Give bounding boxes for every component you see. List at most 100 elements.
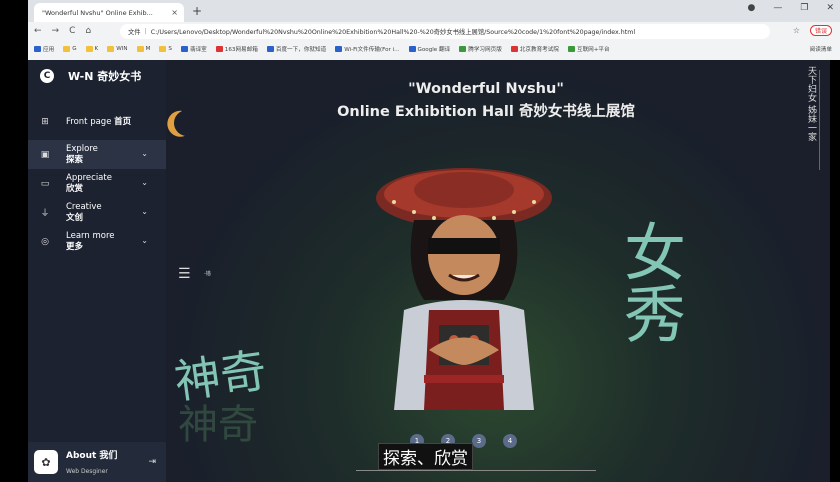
sidebar-nav: ⊞ Front page 首页 ▣ Explore 探索 ⌄ ▭ Apprecia… [28, 110, 166, 256]
subtitle-caption: 探索、欣赏 [378, 443, 473, 470]
reload-button[interactable]: C [69, 26, 75, 36]
bookmark-item[interactable]: 应用 [34, 45, 54, 53]
lock-icon: ▣ [40, 149, 50, 160]
sidebar-item-label: Front page 首页 [66, 116, 132, 127]
nushu-characters-right: 女秀 [613, 220, 686, 344]
hamburger-icon[interactable]: ☰ [178, 266, 191, 282]
minimize-button[interactable]: — [773, 3, 782, 13]
compass-icon: ◎ [41, 236, 49, 247]
monitor-icon: ▭ [40, 178, 50, 189]
profile-icon[interactable]: ● [748, 3, 756, 13]
site-icon [567, 46, 575, 52]
site-icon [408, 46, 416, 52]
bookmark-item[interactable]: 163网易邮箱 [215, 45, 258, 53]
sidebar-item-front-page[interactable]: ⊞ Front page 首页 [28, 110, 166, 134]
window-controls: ● — ❐ ✕ [748, 3, 834, 13]
about-panel[interactable]: ✿ About 我们 Web Desginer ⇥ [28, 442, 166, 482]
avatar: ✿ [34, 450, 58, 474]
bookmark-item[interactable]: K [85, 46, 98, 52]
address-row: ← → C ⌂ 文件 | C:/Users/Lenovo/Desktop/Won… [28, 22, 840, 40]
site-icon [266, 46, 274, 52]
browser-tab[interactable]: "Wonderful Nvshu" Online Exhib... × [34, 3, 184, 22]
address-right: ☆ 错误 [793, 25, 832, 36]
sidebar-item-creative[interactable]: ⏚ Creative 文创 ⌄ [28, 198, 166, 227]
url-bar[interactable]: 文件 | C:/Users/Lenovo/Desktop/Wonderful%2… [120, 24, 770, 39]
wifi-icon [335, 46, 343, 52]
sidebar-item-label: Learn more 更多 [66, 230, 115, 252]
bookmark-item[interactable]: Google 翻译 [408, 45, 450, 53]
brand-logo-icon: C [40, 69, 54, 83]
back-button[interactable]: ← [34, 26, 42, 36]
slide-dot[interactable]: 4 [503, 434, 517, 448]
about-text: About 我们 Web Desginer [66, 447, 117, 477]
bookmark-item[interactable]: 互联网+平台 [567, 45, 610, 53]
chevron-down-icon[interactable]: ⌄ [141, 178, 148, 187]
site-icon [459, 46, 467, 52]
title-line-1: "Wonderful Nvshu" [408, 81, 564, 97]
nushu-characters-left-shadow: 神奇 [178, 402, 258, 448]
bookmark-item[interactable]: S [159, 46, 172, 52]
tab-title: "Wonderful Nvshu" Online Exhib... [42, 8, 153, 17]
tab-close-icon[interactable]: × [171, 8, 178, 17]
chevron-down-icon[interactable]: ⌄ [141, 207, 148, 216]
web-page: C W-N 奇妙女书 ⊞ Front page 首页 ▣ Explore 探索 ⌄… [28, 60, 830, 482]
character-illustration [376, 168, 552, 410]
brand[interactable]: C W-N 奇妙女书 [40, 68, 141, 84]
close-window-button[interactable]: ✕ [826, 3, 834, 13]
site-icon [510, 46, 518, 52]
folder-icon [107, 46, 115, 52]
bookmark-item[interactable]: 百度一下，你就知道 [266, 45, 326, 53]
brand-name: W-N 奇妙女书 [68, 70, 142, 83]
caption-underline [356, 470, 596, 471]
reading-list[interactable]: 阅读清单 [810, 45, 832, 53]
forward-button[interactable]: → [52, 26, 60, 36]
apps-icon [34, 46, 41, 52]
vertical-divider [819, 70, 820, 170]
plug-icon: ⏚ [40, 209, 50, 219]
bookmark-item[interactable]: 翡译室 [180, 45, 207, 53]
sidebar-item-label: Creative 文创 [66, 201, 102, 223]
maximize-button[interactable]: ❐ [800, 3, 808, 13]
sidebar-item-label: Appreciate 欣赏 [66, 172, 112, 194]
vertical-text: 天下妇女 姊妹一家 [806, 66, 816, 141]
sidebar-item-learn-more[interactable]: ◎ Learn more 更多 ⌄ [28, 227, 166, 256]
folder-icon [159, 46, 167, 52]
home-button[interactable]: ⌂ [85, 26, 91, 36]
site-icon [215, 46, 223, 52]
slide-dot[interactable]: 3 [472, 434, 486, 448]
logout-icon[interactable]: ⇥ [148, 457, 156, 467]
folder-icon [85, 46, 93, 52]
hero: "Wonderful Nvshu" Online Exhibition Hall… [166, 60, 830, 482]
site-icon [180, 46, 188, 52]
bookmark-item[interactable]: 腾学习网页版 [459, 45, 502, 53]
page-title: "Wonderful Nvshu" Online Exhibition Hall… [166, 78, 806, 124]
bookmarks-bar: 应用 G K WIN M S 翡译室 163网易邮箱 百度一下，你就知道 Wi-… [28, 40, 840, 58]
about-subtitle: Web Desginer [66, 468, 108, 475]
hamburger-label: -锚 [204, 271, 211, 277]
chevron-down-icon[interactable]: ⌄ [141, 149, 148, 158]
url-text: C:/Users/Lenovo/Desktop/Wonderful%20Nvsh… [150, 29, 636, 36]
bookmark-item[interactable]: 北京教育考试院 [510, 45, 559, 53]
sidebar-item-label: Explore 探索 [66, 143, 98, 165]
star-icon[interactable]: ☆ [793, 26, 800, 35]
folder-icon [136, 46, 144, 52]
tab-bar: "Wonderful Nvshu" Online Exhib... × + ● … [28, 0, 840, 22]
grid-icon: ⊞ [41, 117, 49, 127]
folder-icon [63, 46, 71, 52]
bookmark-item[interactable]: WIN [107, 46, 128, 52]
new-tab-button[interactable]: + [192, 4, 202, 18]
url-separator: | [144, 28, 147, 35]
about-title: About 我们 [66, 451, 118, 461]
bookmark-item[interactable]: M [136, 46, 150, 52]
sidebar-item-appreciate[interactable]: ▭ Appreciate 欣赏 ⌄ [28, 169, 166, 198]
bookmark-item[interactable]: G [63, 46, 77, 52]
chevron-down-icon[interactable]: ⌄ [141, 236, 148, 245]
error-badge[interactable]: 错误 [809, 25, 832, 36]
title-line-2: Online Exhibition Hall 奇妙女书线上展馆 [337, 104, 635, 120]
screen: "Wonderful Nvshu" Online Exhib... × + ● … [0, 0, 840, 482]
url-scheme: 文件 [128, 29, 141, 36]
sidebar: C W-N 奇妙女书 ⊞ Front page 首页 ▣ Explore 探索 ⌄… [28, 60, 166, 482]
bookmark-item[interactable]: Wi-Fi文件传输(For i... [335, 45, 400, 53]
sidebar-item-explore[interactable]: ▣ Explore 探索 ⌄ [28, 140, 166, 169]
browser-chrome: "Wonderful Nvshu" Online Exhib... × + ● … [28, 0, 840, 60]
